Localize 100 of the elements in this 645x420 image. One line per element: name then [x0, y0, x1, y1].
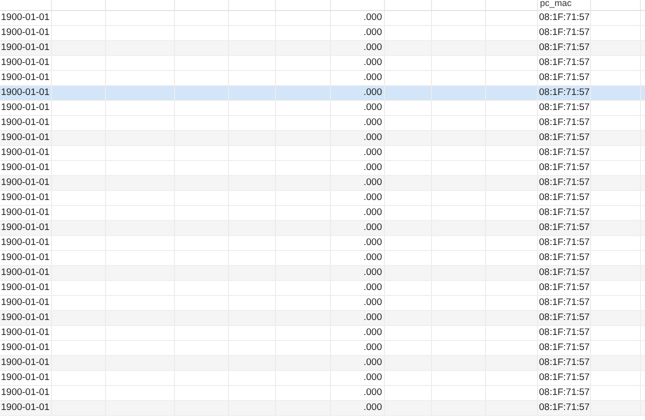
mac-cell: 08:1F:71:57	[539, 42, 590, 53]
amount-cell: .000	[364, 102, 382, 113]
date-cell: 1900-01-01	[1, 282, 50, 293]
table-row[interactable]: 1900-01-01 .000 08:1F:71:57	[0, 161, 645, 176]
date-cell: 1900-01-01	[1, 102, 50, 113]
date-cell: 1900-01-01	[1, 42, 50, 53]
table-row[interactable]: 1900-01-01 .000 08:1F:71:57	[0, 191, 645, 206]
mac-cell: 08:1F:71:57	[539, 282, 590, 293]
table-row[interactable]: 1900-01-01 .000 08:1F:71:57	[0, 56, 645, 71]
table-row[interactable]: 1900-01-01 .000 08:1F:71:57	[0, 356, 645, 371]
table-row[interactable]: 1900-01-01 .000 08:1F:71:57	[0, 341, 645, 356]
date-cell: 1900-01-01	[1, 27, 50, 38]
table-row[interactable]: 1900-01-01 .000 08:1F:71:57	[0, 11, 645, 26]
amount-cell: .000	[364, 357, 382, 368]
date-cell: 1900-01-01	[1, 372, 50, 383]
table-row[interactable]: 1900-01-01 .000 08:1F:71:57	[0, 206, 645, 221]
mac-cell: 08:1F:71:57	[539, 237, 590, 248]
mac-cell: 08:1F:71:57	[539, 57, 590, 68]
mac-cell: 08:1F:71:57	[539, 162, 590, 173]
date-cell: 1900-01-01	[1, 72, 50, 83]
table-row[interactable]: 1900-01-01 .000 08:1F:71:57	[0, 116, 645, 131]
amount-cell: .000	[364, 282, 382, 293]
amount-cell: .000	[364, 297, 382, 308]
date-cell: 1900-01-01	[1, 222, 50, 233]
table-row[interactable]: 1900-01-01 .000 08:1F:71:57	[0, 251, 645, 266]
amount-cell: .000	[364, 252, 382, 263]
table-row[interactable]: 1900-01-01 .000 08:1F:71:57	[0, 131, 645, 146]
amount-cell: .000	[364, 372, 382, 383]
amount-cell: .000	[364, 42, 382, 53]
table-row[interactable]: 1900-01-01 .000 08:1F:71:57	[0, 101, 645, 116]
amount-cell: .000	[364, 162, 382, 173]
mac-cell: 08:1F:71:57	[539, 342, 590, 353]
date-cell: 1900-01-01	[1, 162, 50, 173]
mac-cell: 08:1F:71:57	[539, 357, 590, 368]
table-row[interactable]: 1900-01-01 .000 08:1F:71:57	[0, 296, 645, 311]
date-cell: 1900-01-01	[1, 237, 50, 248]
mac-cell: 08:1F:71:57	[539, 312, 590, 323]
mac-cell: 08:1F:71:57	[539, 297, 590, 308]
table-row[interactable]: 1900-01-01 .000 08:1F:71:57	[0, 326, 645, 341]
mac-cell: 08:1F:71:57	[539, 402, 590, 413]
date-cell: 1900-01-01	[1, 327, 50, 338]
table-row[interactable]: 1900-01-01 .000 08:1F:71:57	[0, 86, 645, 101]
date-cell: 1900-01-01	[1, 357, 50, 368]
date-cell: 1900-01-01	[1, 207, 50, 218]
mac-cell: 08:1F:71:57	[539, 117, 590, 128]
table-row[interactable]: 1900-01-01 .000 08:1F:71:57	[0, 281, 645, 296]
date-cell: 1900-01-01	[1, 342, 50, 353]
amount-cell: .000	[364, 87, 382, 98]
date-cell: 1900-01-01	[1, 117, 50, 128]
mac-cell: 08:1F:71:57	[539, 252, 590, 263]
date-cell: 1900-01-01	[1, 252, 50, 263]
amount-cell: .000	[364, 402, 382, 413]
mac-cell: 08:1F:71:57	[539, 372, 590, 383]
mac-cell: 08:1F:71:57	[539, 27, 590, 38]
mac-cell: 08:1F:71:57	[539, 12, 590, 23]
table-row[interactable]: 1900-01-01 .000 08:1F:71:57	[0, 266, 645, 281]
date-cell: 1900-01-01	[1, 267, 50, 278]
date-cell: 1900-01-01	[1, 297, 50, 308]
amount-cell: .000	[364, 57, 382, 68]
mac-cell: 08:1F:71:57	[539, 102, 590, 113]
table-row[interactable]: 1900-01-01 .000 08:1F:71:57	[0, 371, 645, 386]
amount-cell: .000	[364, 177, 382, 188]
table-row[interactable]: 1900-01-01 .000 08:1F:71:57	[0, 41, 645, 56]
amount-cell: .000	[364, 27, 382, 38]
date-cell: 1900-01-01	[1, 402, 50, 413]
amount-cell: .000	[364, 147, 382, 158]
amount-cell: .000	[364, 237, 382, 248]
date-cell: 1900-01-01	[1, 177, 50, 188]
amount-cell: .000	[364, 312, 382, 323]
mac-cell: 08:1F:71:57	[539, 207, 590, 218]
date-cell: 1900-01-01	[1, 312, 50, 323]
table-row[interactable]: 1900-01-01 .000 08:1F:71:57	[0, 176, 645, 191]
date-cell: 1900-01-01	[1, 57, 50, 68]
mac-cell: 08:1F:71:57	[539, 192, 590, 203]
mac-cell: 08:1F:71:57	[539, 222, 590, 233]
date-cell: 1900-01-01	[1, 387, 50, 398]
table-row[interactable]: 1900-01-01 .000 08:1F:71:57	[0, 221, 645, 236]
amount-cell: .000	[364, 342, 382, 353]
amount-cell: .000	[364, 192, 382, 203]
date-cell: 1900-01-01	[1, 12, 50, 23]
mac-cell: 08:1F:71:57	[539, 132, 590, 143]
table-row[interactable]: 1900-01-01 .000 08:1F:71:57	[0, 26, 645, 41]
table-row[interactable]: 1900-01-01 .000 08:1F:71:57	[0, 386, 645, 401]
mac-cell: 08:1F:71:57	[539, 147, 590, 158]
date-cell: 1900-01-01	[1, 87, 50, 98]
mac-cell: 08:1F:71:57	[539, 327, 590, 338]
column-header[interactable]: pc_mac	[540, 0, 572, 8]
table-row[interactable]: 1900-01-01 .000 08:1F:71:57	[0, 236, 645, 251]
mac-cell: 08:1F:71:57	[539, 87, 590, 98]
table-row[interactable]: 1900-01-01 .000 08:1F:71:57	[0, 311, 645, 326]
table-row[interactable]: 1900-01-01 .000 08:1F:71:57	[0, 401, 645, 416]
amount-cell: .000	[364, 12, 382, 23]
amount-cell: .000	[364, 222, 382, 233]
table-row[interactable]: 1900-01-01 .000 08:1F:71:57	[0, 71, 645, 86]
mac-cell: 08:1F:71:57	[539, 267, 590, 278]
mac-cell: 08:1F:71:57	[539, 72, 590, 83]
date-cell: 1900-01-01	[1, 147, 50, 158]
table-row[interactable]: 1900-01-01 .000 08:1F:71:57	[0, 146, 645, 161]
amount-cell: .000	[364, 387, 382, 398]
amount-cell: .000	[364, 117, 382, 128]
